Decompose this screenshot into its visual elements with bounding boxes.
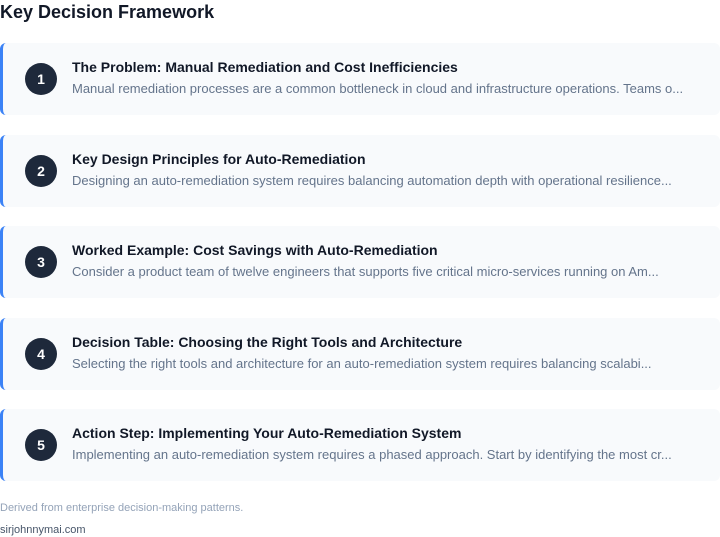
- step-card[interactable]: 3 Worked Example: Cost Savings with Auto…: [0, 226, 720, 298]
- page-title: Key Decision Framework: [0, 2, 215, 22]
- step-card[interactable]: 2 Key Design Principles for Auto-Remedia…: [0, 135, 720, 207]
- step-number-badge: 5: [25, 429, 57, 461]
- step-title: Worked Example: Cost Savings with Auto-R…: [72, 242, 438, 258]
- step-number-badge: 3: [25, 246, 57, 278]
- step-number-badge: 4: [25, 338, 57, 370]
- source-link[interactable]: sirjohnnymai.com: [0, 524, 86, 537]
- step-card[interactable]: 1 The Problem: Manual Remediation and Co…: [0, 43, 720, 115]
- step-title: The Problem: Manual Remediation and Cost…: [72, 59, 458, 75]
- step-description: Designing an auto-remediation system req…: [72, 173, 672, 188]
- step-card[interactable]: 4 Decision Table: Choosing the Right Too…: [0, 318, 720, 390]
- step-title: Decision Table: Choosing the Right Tools…: [72, 334, 463, 350]
- step-number-badge: 1: [25, 63, 57, 95]
- step-description: Manual remediation processes are a commo…: [72, 81, 684, 96]
- step-description: Consider a product team of twelve engine…: [72, 264, 659, 279]
- step-title: Action Step: Implementing Your Auto-Reme…: [72, 425, 462, 441]
- step-description: Selecting the right tools and architectu…: [72, 356, 652, 371]
- step-card[interactable]: 5 Action Step: Implementing Your Auto-Re…: [0, 409, 720, 481]
- step-number-badge: 2: [25, 155, 57, 187]
- step-description: Implementing an auto-remediation system …: [72, 447, 672, 462]
- step-title: Key Design Principles for Auto-Remediati…: [72, 151, 366, 167]
- footnote: Derived from enterprise decision-making …: [0, 502, 244, 514]
